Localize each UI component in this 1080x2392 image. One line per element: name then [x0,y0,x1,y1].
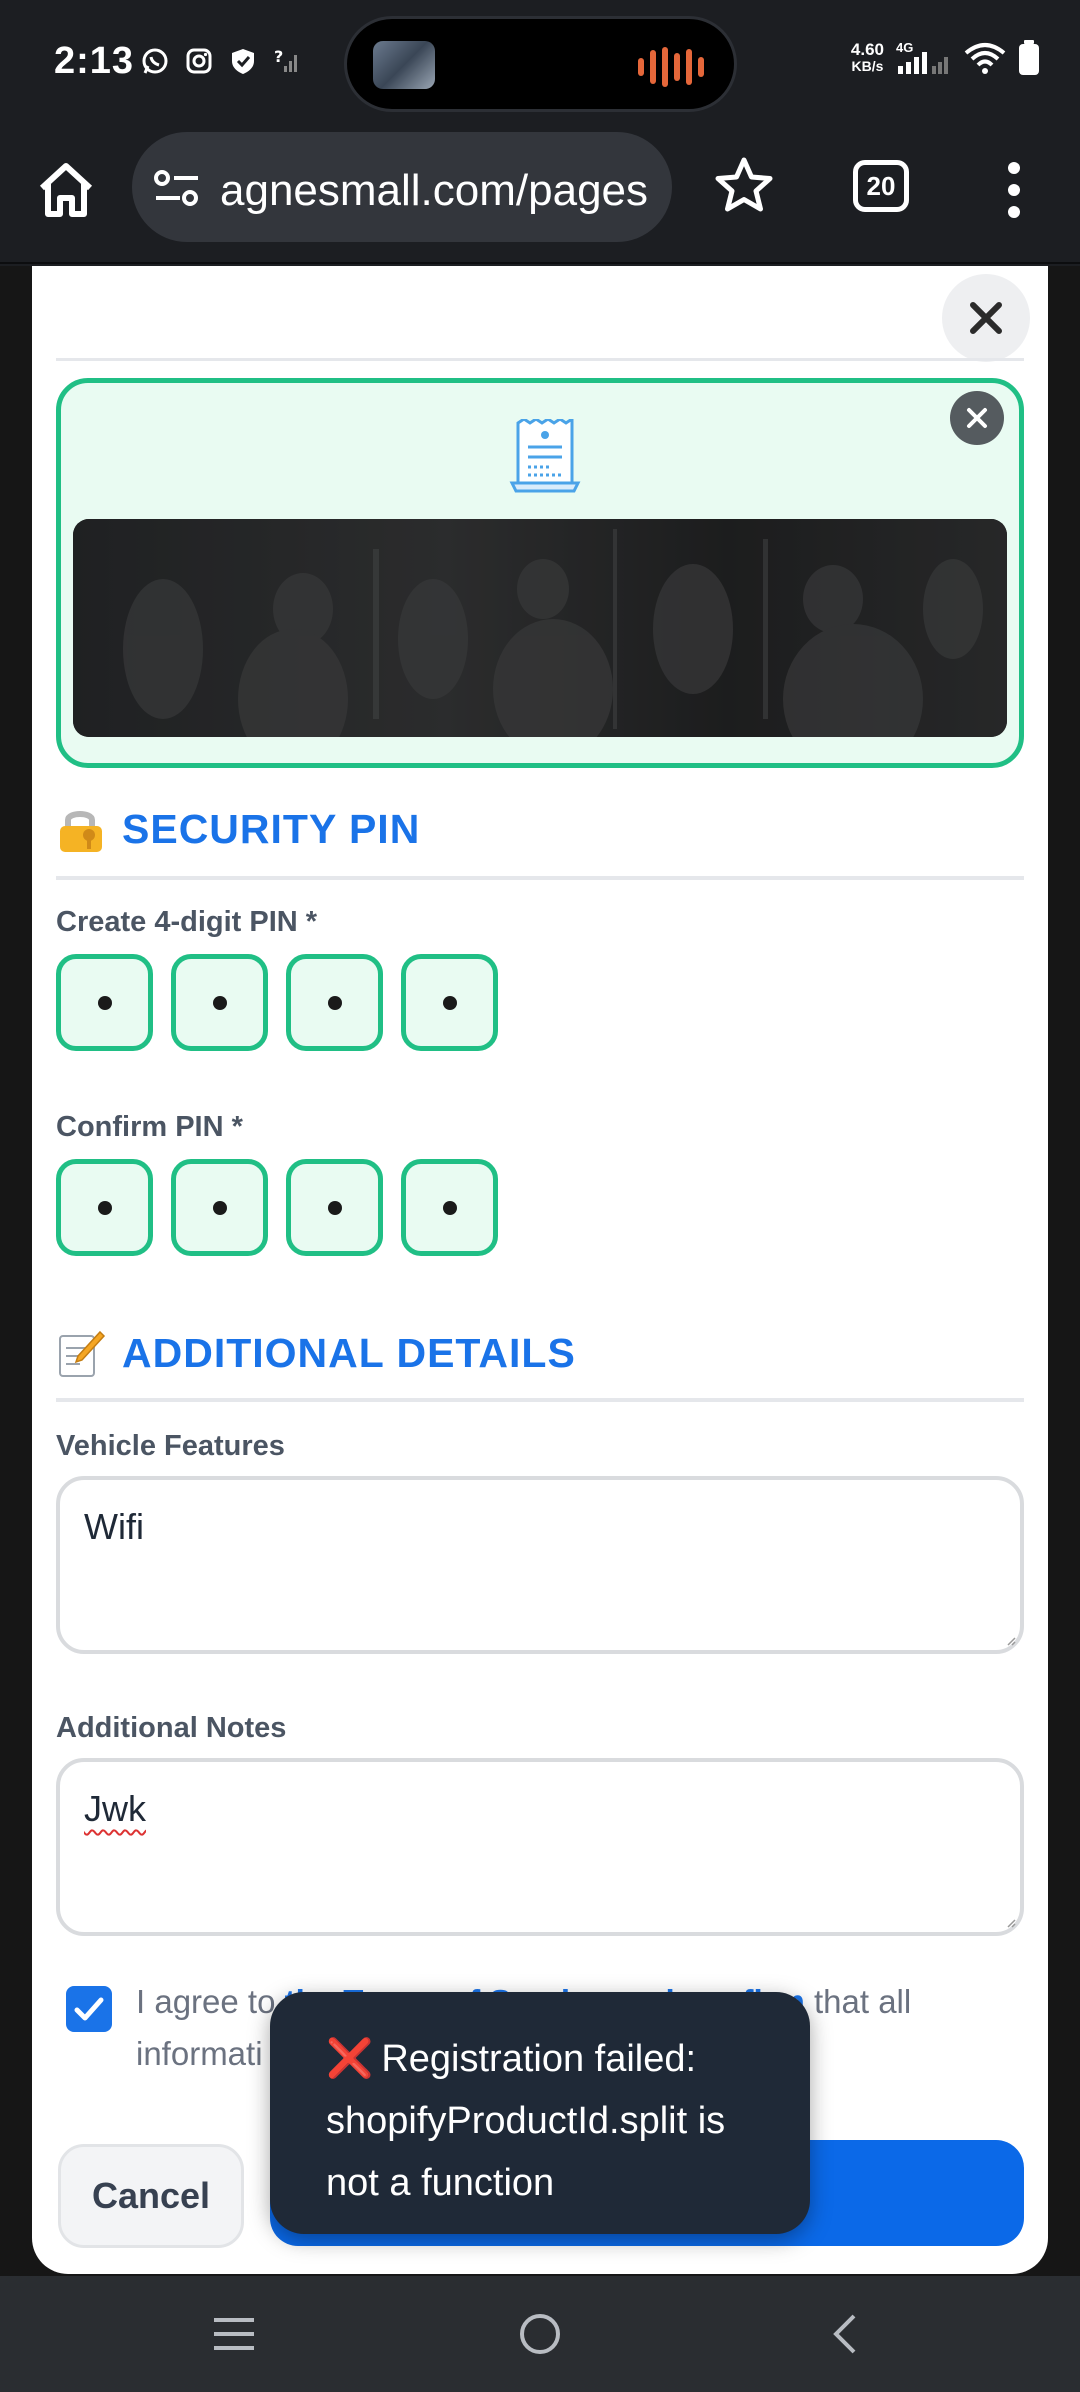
net-speed-unit: KB/s [851,58,884,74]
remove-receipt-button[interactable] [950,391,1004,445]
receipt-icon [509,419,581,493]
close-icon[interactable] [966,407,988,429]
security-pin-heading: SECURITY PIN [56,804,420,854]
confirm-pin-digit-4[interactable] [401,1159,498,1256]
resize-grip-icon[interactable] [1006,1918,1016,1928]
back-icon[interactable] [822,2310,870,2358]
checkmark-icon [74,1997,104,2021]
confirm-pin-label: Confirm PIN * [56,1111,243,1143]
url-text[interactable]: agnesmall.com/pages [220,166,648,216]
signal-question-icon: ? [274,47,297,72]
additional-details-title: ADDITIONAL DETAILS [122,1329,576,1376]
create-pin-inputs [56,954,498,1051]
security-pin-title: SECURITY PIN [122,805,421,852]
instagram-icon [186,48,212,74]
battery-icon [1019,40,1039,75]
net-speed: 4.60 KB/s [851,41,884,75]
vehicle-features-textarea[interactable]: Wifi [56,1476,1024,1654]
modal-close-button[interactable] [942,274,1030,362]
agreement-text-after: that all [804,1983,912,2020]
create-pin-label: Create 4-digit PIN * [56,906,318,938]
tab-switcher-button[interactable]: 20 [853,160,909,212]
error-toast: ❌ Registration failed: shopifyProductId.s… [270,1992,810,2234]
address-bar[interactable]: agnesmall.com/pages [132,132,672,242]
confirm-pin-digit-2[interactable] [171,1159,268,1256]
confirm-pin-digit-1[interactable] [56,1159,153,1256]
browser-toolbar: agnesmall.com/pages 20 [0,128,1080,264]
svg-text:4G: 4G [896,40,913,55]
vehicle-features-label: Vehicle Features [56,1430,285,1462]
close-icon[interactable] [968,300,1004,336]
memo-icon [59,1330,106,1377]
additional-notes-textarea[interactable]: Jwk [56,1758,1024,1936]
web-page: SECURITY PIN Create 4-digit PIN * Confir… [0,266,1080,2276]
cancel-button[interactable]: Cancel [58,2144,244,2248]
additional-notes-label: Additional Notes [56,1712,287,1744]
status-notification-icons: ? [140,46,302,76]
divider [56,358,1024,361]
agreement-text-before: I agree to [136,1983,285,2020]
signal-icon: 4G [896,40,948,74]
registration-modal: SECURITY PIN Create 4-digit PIN * Confir… [32,266,1048,2274]
sound-wave-icon [638,47,704,87]
more-options-icon[interactable] [1000,158,1028,222]
divider [56,1398,1024,1402]
bookmark-star-icon[interactable] [712,154,776,218]
resize-grip-icon[interactable] [1006,1636,1016,1646]
media-thumbnail [373,41,435,89]
svg-text:?: ? [274,47,283,66]
additional-notes-value: Jwk [84,1788,146,1829]
create-pin-digit-3[interactable] [286,954,383,1051]
divider [56,876,1024,880]
confirm-pin-inputs [56,1159,498,1256]
whatsapp-icon [142,48,168,74]
home-icon[interactable] [34,158,98,222]
wifi-icon [964,43,1006,74]
create-pin-digit-2[interactable] [171,954,268,1051]
home-nav-icon[interactable] [516,2310,564,2358]
recent-apps-icon[interactable] [210,2310,258,2358]
status-time: 2:13 [54,40,135,82]
system-nav-bar [0,2276,1080,2392]
error-message: Registration failed: shopifyProductId.sp… [326,2038,726,2204]
agreement-text-line2: informati [136,2035,263,2072]
additional-details-heading: ADDITIONAL DETAILS [56,1328,576,1378]
error-icon: ❌ [326,2038,374,2080]
receipt-preview-image [73,519,1007,737]
confirm-pin-digit-3[interactable] [286,1159,383,1256]
site-settings-icon[interactable] [154,170,200,206]
lock-key-icon [60,811,102,852]
status-bar: 2:13 ? 4.60 KB/s 4G [0,0,1080,128]
net-speed-value: 4.60 [850,40,884,59]
vehicle-features-value: Wifi [84,1506,144,1547]
preview-photo [73,519,1007,737]
shield-icon [232,49,254,74]
dynamic-island[interactable] [344,16,737,112]
create-pin-digit-1[interactable] [56,954,153,1051]
terms-checkbox[interactable] [66,1986,112,2032]
create-pin-digit-4[interactable] [401,954,498,1051]
status-system-icons: 4.60 KB/s 4G [851,40,1040,76]
receipt-upload-card [56,378,1024,768]
